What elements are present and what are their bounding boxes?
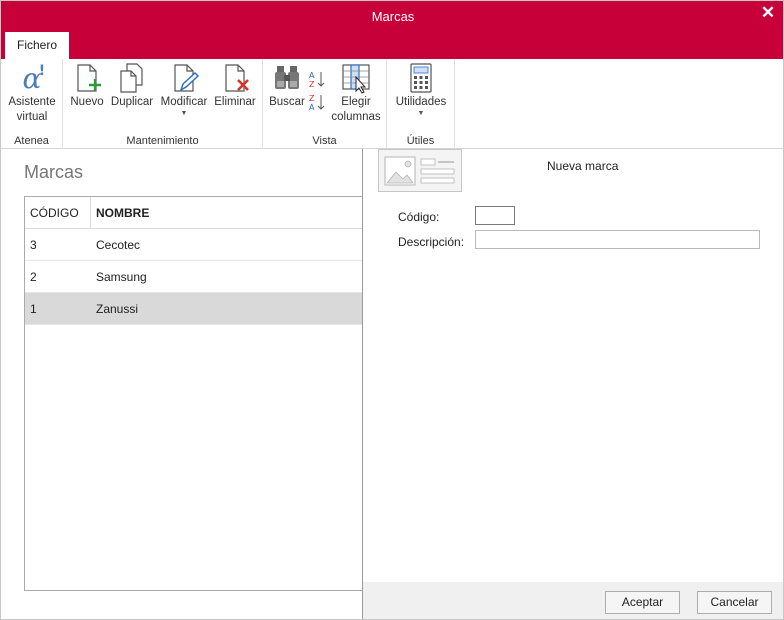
ribbon-group-mantenimiento: Nuevo Duplicar Modificar ▼ Eliminar Mant… <box>63 59 263 149</box>
buscar-label: Buscar <box>269 96 305 108</box>
ribbon: α ! Asistente virtual Atenea Nuevo Dupli… <box>1 59 783 149</box>
eliminar-label: Eliminar <box>214 96 256 108</box>
elegir-columnas-label-line1: Elegir <box>341 96 371 108</box>
codigo-label: Código: <box>398 210 440 224</box>
new-document-icon <box>77 64 101 92</box>
row-name: Samsung <box>96 270 147 284</box>
close-button[interactable]: ✕ <box>759 4 777 22</box>
ribbon-group-label-mantenimiento: Mantenimiento <box>126 135 199 147</box>
asistente-label-line2: virtual <box>16 111 48 123</box>
nuevo-button[interactable]: Nuevo <box>69 61 105 110</box>
svg-text:!: ! <box>39 63 45 79</box>
tab-fichero[interactable]: Fichero <box>5 32 69 59</box>
table-row-selected[interactable]: 1 Zanussi <box>25 293 362 325</box>
table-row[interactable]: 2 Samsung <box>25 261 362 293</box>
utilidades-label: Utilidades <box>395 96 447 108</box>
column-divider[interactable] <box>90 197 91 229</box>
svg-text:Z: Z <box>309 80 315 89</box>
sort-az-icon: A Z Z A <box>309 71 325 112</box>
svg-text:A: A <box>309 71 315 80</box>
form-pane: Nueva marca Código: Descripción: Aceptar… <box>363 149 783 619</box>
column-header-nombre[interactable]: NOMBRE <box>96 206 149 220</box>
sort-button[interactable]: A Z Z A <box>307 69 327 118</box>
modificar-label: Modificar <box>160 96 208 108</box>
list-pane: Marcas CÓDIGO NOMBRE 3 Cecotec 2 Samsung… <box>1 149 362 619</box>
ribbon-group-vista: Buscar A Z Z A Elegir columnas Vista <box>263 59 387 149</box>
elegir-columnas-button[interactable]: Elegir columnas <box>329 61 383 125</box>
row-name: Cecotec <box>96 238 141 252</box>
title-bar: Marcas ✕ Fichero <box>1 1 783 59</box>
ribbon-group-label-atenea: Atenea <box>14 135 49 147</box>
row-code: 2 <box>30 270 37 284</box>
row-name: Zanussi <box>96 302 139 316</box>
row-code: 3 <box>30 238 37 252</box>
form-footer: Aceptar Cancelar <box>363 582 783 619</box>
grid-header: CÓDIGO NOMBRE <box>25 197 362 229</box>
column-header-codigo[interactable]: CÓDIGO <box>30 206 79 220</box>
ribbon-group-atenea: α ! Asistente virtual Atenea <box>1 59 63 149</box>
nuevo-label: Nuevo <box>70 96 104 108</box>
modificar-button[interactable]: Modificar ▼ <box>159 61 209 118</box>
buscar-button[interactable]: Buscar <box>267 61 307 110</box>
svg-text:A: A <box>309 103 315 112</box>
utilidades-button[interactable]: Utilidades ▼ <box>393 61 449 118</box>
cancelar-button[interactable]: Cancelar <box>697 591 772 614</box>
ribbon-group-label-vista: Vista <box>312 135 337 147</box>
calculator-icon <box>410 63 432 93</box>
utilidades-dropdown-icon[interactable]: ▼ <box>393 110 449 118</box>
ribbon-group-utiles: Utilidades ▼ Útiles <box>387 59 455 149</box>
edit-document-icon <box>174 64 200 92</box>
asistente-virtual-button[interactable]: α ! Asistente virtual <box>5 61 59 125</box>
duplicar-label: Duplicar <box>110 96 154 108</box>
page-title: Marcas <box>24 162 84 182</box>
descripcion-label: Descripción: <box>398 235 465 249</box>
window-title: Marcas <box>371 9 415 24</box>
descripcion-field[interactable] <box>475 230 760 249</box>
modificar-dropdown-icon[interactable]: ▼ <box>159 110 209 118</box>
delete-document-icon <box>225 64 249 92</box>
brands-grid: CÓDIGO NOMBRE 3 Cecotec 2 Samsung 1 Zanu… <box>24 196 362 591</box>
eliminar-button[interactable]: Eliminar <box>213 61 257 110</box>
row-code: 1 <box>30 302 37 316</box>
asistente-label-line1: Asistente <box>8 96 56 108</box>
form-title: Nueva marca <box>547 159 619 173</box>
ribbon-group-label-utiles: Útiles <box>406 135 435 147</box>
table-row[interactable]: 3 Cecotec <box>25 229 362 261</box>
elegir-columnas-label-line2: columnas <box>331 111 381 123</box>
svg-text:Z: Z <box>309 94 315 103</box>
marcas-window: Marcas ✕ Fichero α ! Asistente virtual A… <box>0 0 784 620</box>
binoculars-icon <box>275 66 299 89</box>
choose-columns-icon <box>342 64 370 94</box>
image-placeholder-icon <box>384 156 455 186</box>
alpha-assistant-icon: α ! <box>23 62 46 95</box>
brand-image-placeholder[interactable] <box>378 149 462 192</box>
duplicar-button[interactable]: Duplicar <box>109 61 155 110</box>
aceptar-button[interactable]: Aceptar <box>605 591 680 614</box>
duplicate-icon <box>120 63 143 93</box>
codigo-field[interactable] <box>475 206 515 225</box>
